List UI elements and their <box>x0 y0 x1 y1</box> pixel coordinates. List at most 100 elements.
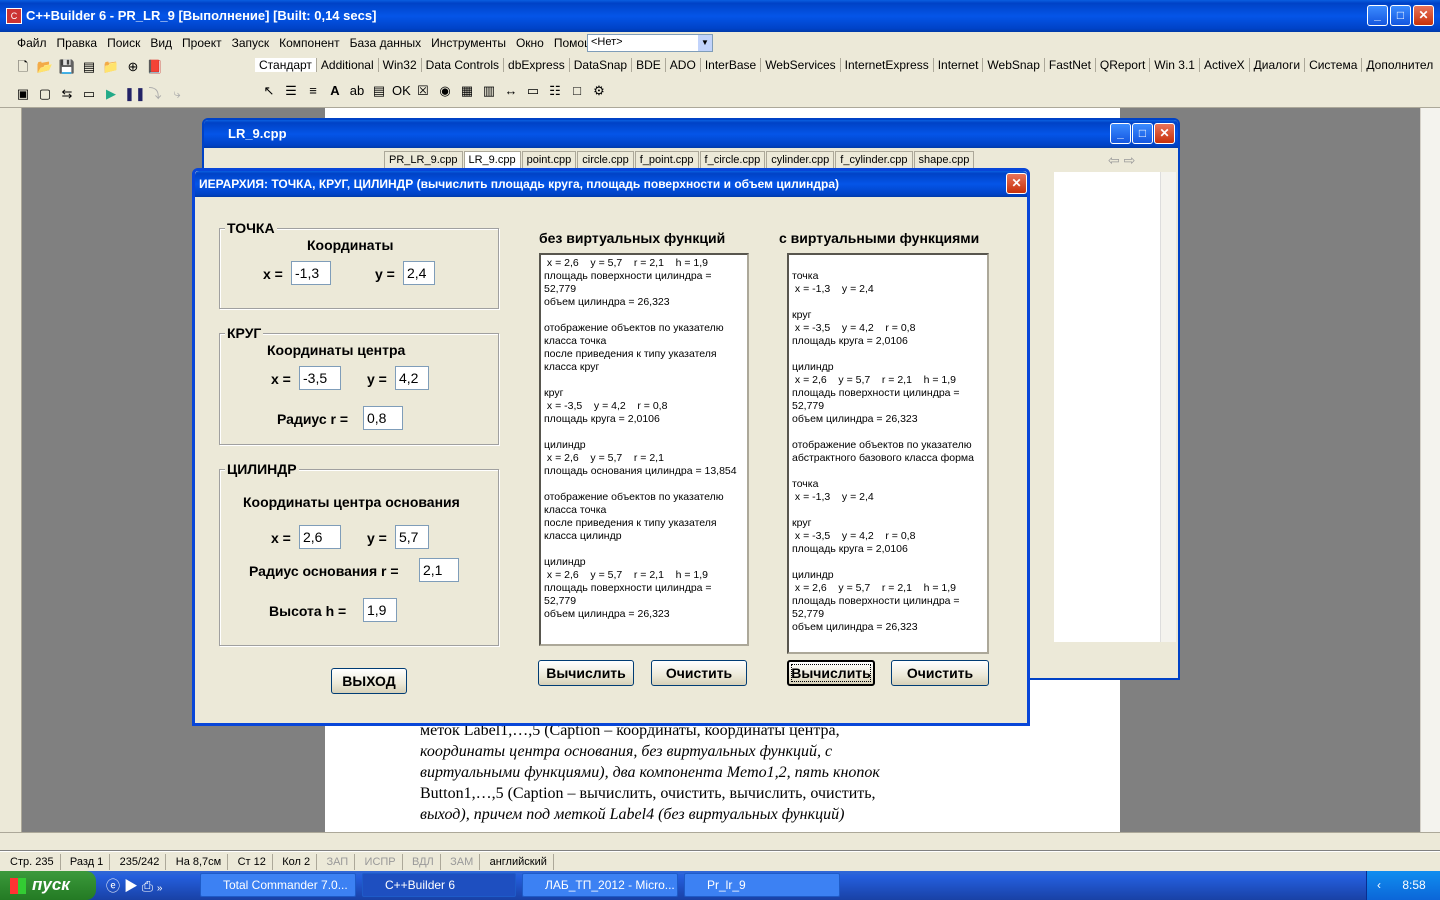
menu-database[interactable]: База данных <box>345 36 426 50</box>
palette-tab[interactable]: Win 3.1 <box>1150 58 1200 72</box>
step-icon[interactable]: ⤷ <box>168 85 186 103</box>
pointer-icon[interactable]: ↖ <box>260 82 278 100</box>
palette-tab[interactable]: WebSnap <box>983 58 1045 72</box>
memo1[interactable]: x = 2,6 y = 5,7 r = 2,1 h = 1,9 площадь … <box>539 253 749 646</box>
palette-tab[interactable]: dbExpress <box>504 58 570 72</box>
memo2[interactable]: точка x = -1,3 y = 2,4 круг x = -3,5 y =… <box>787 253 989 654</box>
word-hscroll[interactable] <box>0 832 1440 850</box>
calc-button-2[interactable]: Вычислить <box>787 660 875 686</box>
editor-maximize-button[interactable]: □ <box>1132 123 1153 144</box>
open-project-icon[interactable]: 📁 <box>102 58 120 76</box>
open-icon[interactable]: 📂 <box>36 58 54 76</box>
circle-x-field[interactable] <box>299 366 341 390</box>
label-icon[interactable]: A <box>326 82 344 100</box>
start-button[interactable]: пуск <box>0 871 96 900</box>
memo-icon[interactable]: ▤ <box>370 82 388 100</box>
button-icon[interactable]: OK <box>392 82 411 100</box>
file-tab[interactable]: f_circle.cpp <box>699 151 766 169</box>
palette-tab[interactable]: InternetExpress <box>841 58 934 72</box>
file-tab[interactable]: f_cylinder.cpp <box>835 151 913 169</box>
save-icon[interactable]: 💾 <box>58 58 76 76</box>
calc-button-1[interactable]: Вычислить <box>538 660 634 686</box>
panel-icon[interactable]: □ <box>568 82 586 100</box>
editor-code-area[interactable] <box>1054 172 1162 642</box>
editor-close-button[interactable]: ✕ <box>1154 123 1175 144</box>
palette-tab[interactable]: Data Controls <box>422 58 505 72</box>
palette-tab[interactable]: Additional <box>317 58 379 72</box>
menu-tools[interactable]: Инструменты <box>426 36 511 50</box>
toggle-icon[interactable]: ⇆ <box>58 85 76 103</box>
palette-tab[interactable]: WebServices <box>761 58 841 72</box>
minimize-button[interactable]: _ <box>1367 5 1388 26</box>
file-tab[interactable]: f_point.cpp <box>634 151 699 169</box>
cylinder-r-field[interactable] <box>419 558 459 582</box>
run-icon[interactable]: ▶ <box>102 85 120 103</box>
new-form-icon[interactable]: ▭ <box>80 85 98 103</box>
exit-button[interactable]: ВЫХОД <box>331 668 407 694</box>
pause-icon[interactable]: ❚❚ <box>124 85 146 103</box>
menu-project[interactable]: Проект <box>177 36 227 50</box>
edit-icon[interactable]: ab <box>348 82 366 100</box>
mainmenu-icon[interactable]: ☰ <box>282 82 300 100</box>
palette-tab[interactable]: QReport <box>1096 58 1151 72</box>
trace-icon[interactable]: ⤵ <box>146 85 164 103</box>
word-scrollbar[interactable] <box>1420 108 1440 833</box>
media-player-icon[interactable]: ▶ <box>124 878 138 894</box>
menu-run[interactable]: Запуск <box>227 36 275 50</box>
point-y-field[interactable] <box>403 261 435 285</box>
new-icon[interactable]: 🗋 <box>14 58 32 76</box>
taskbar-item-word[interactable]: ЛАБ_ТП_2012 - Micro... <box>522 873 678 897</box>
clear-button-2[interactable]: Очистить <box>891 660 989 686</box>
file-tab[interactable]: cylinder.cpp <box>766 151 835 169</box>
palette-tab[interactable]: FastNet <box>1045 58 1096 72</box>
file-tab[interactable]: circle.cpp <box>577 151 634 169</box>
editor-minimize-button[interactable]: _ <box>1110 123 1131 144</box>
taskbar-item-cbuilder[interactable]: C++Builder 6 <box>362 873 516 897</box>
close-button[interactable]: ✕ <box>1413 5 1434 26</box>
file-tab[interactable]: PR_LR_9.cpp <box>384 151 463 169</box>
palette-tab[interactable]: Стандарт <box>255 58 317 72</box>
palette-tab[interactable]: Win32 <box>379 58 422 72</box>
menu-search[interactable]: Поиск <box>102 36 145 50</box>
radiogroup-icon[interactable]: ☷ <box>546 82 564 100</box>
combo-box[interactable]: <Нет> ▼ <box>587 34 713 52</box>
menu-window[interactable]: Окно <box>511 36 549 50</box>
cylinder-h-field[interactable] <box>363 598 397 622</box>
help-book-icon[interactable]: 📕 <box>146 58 164 76</box>
palette-tab[interactable]: Диалоги <box>1250 58 1306 72</box>
palette-tab[interactable]: BDE <box>632 58 666 72</box>
taskbar-item-totalcmd[interactable]: Total Commander 7.0... <box>200 873 356 897</box>
save-all-icon[interactable]: ▤ <box>80 58 98 76</box>
groupbox-icon[interactable]: ▭ <box>524 82 542 100</box>
overflow-icon[interactable]: » <box>157 883 163 894</box>
scrollbar-icon[interactable]: ↔ <box>502 82 520 100</box>
taskbar-item-prlr9[interactable]: Pr_lr_9 <box>684 873 840 897</box>
popupmenu-icon[interactable]: ≡ <box>304 82 322 100</box>
palette-tab[interactable]: InterBase <box>701 58 762 72</box>
menu-component[interactable]: Компонент <box>274 36 345 50</box>
form-close-button[interactable]: ✕ <box>1006 173 1027 194</box>
menu-edit[interactable]: Правка <box>52 36 103 50</box>
ie-icon[interactable]: ⓔ <box>106 878 120 894</box>
tray-arrow-icon[interactable]: ‹ <box>1377 878 1381 892</box>
cylinder-x-field[interactable] <box>299 525 341 549</box>
back-arrow-icon[interactable]: ⇦ ⇨ <box>1108 152 1135 169</box>
actionlist-icon[interactable]: ⚙ <box>590 82 608 100</box>
palette-tab[interactable]: ActiveX <box>1200 58 1250 72</box>
printer-icon[interactable]: ⎙ <box>142 878 153 894</box>
add-file-icon[interactable]: ⊕ <box>124 58 142 76</box>
file-tab[interactable]: point.cpp <box>521 151 577 169</box>
editor-vscroll[interactable] <box>1160 172 1176 642</box>
circle-r-field[interactable] <box>363 406 403 430</box>
view-unit-icon[interactable]: ▣ <box>14 85 32 103</box>
palette-tab[interactable]: Internet <box>934 58 984 72</box>
palette-tab[interactable]: Система <box>1305 58 1363 72</box>
menu-file[interactable]: Файл <box>12 36 52 50</box>
clear-button-1[interactable]: Очистить <box>651 660 747 686</box>
listbox-icon[interactable]: ▦ <box>458 82 476 100</box>
chevron-down-icon[interactable]: ▼ <box>698 35 712 51</box>
circle-y-field[interactable] <box>395 366 429 390</box>
palette-tab[interactable]: DataSnap <box>570 58 633 72</box>
file-tab[interactable]: shape.cpp <box>913 151 975 169</box>
radio-icon[interactable]: ◉ <box>436 82 454 100</box>
